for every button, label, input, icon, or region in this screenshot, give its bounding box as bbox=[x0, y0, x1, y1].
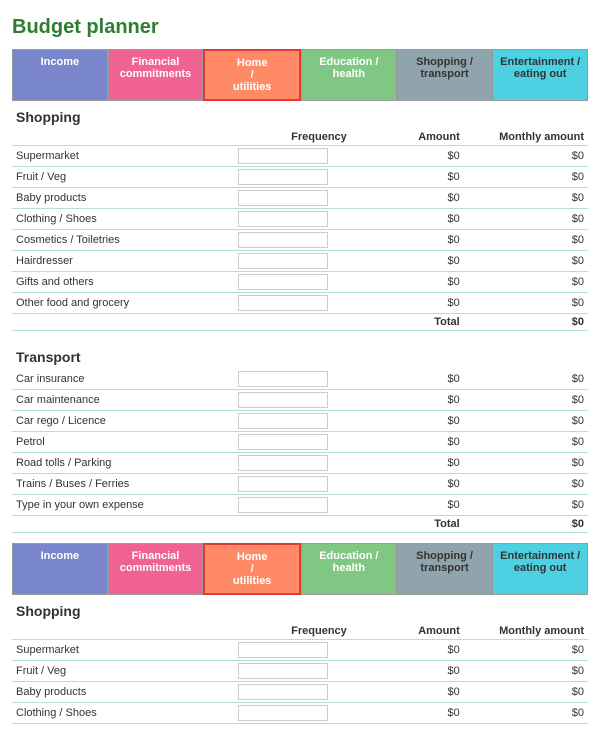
car-rego-freq-input[interactable] bbox=[238, 413, 328, 429]
table-row: Petrol $0 $0 bbox=[12, 432, 588, 453]
baby-products2-freq-input[interactable] bbox=[238, 684, 328, 700]
freq-header: Frequency bbox=[215, 129, 351, 146]
tab-education[interactable]: Education /health bbox=[301, 49, 397, 101]
cosmetics-freq-input[interactable] bbox=[238, 232, 328, 248]
amount-header-2: Amount bbox=[351, 623, 464, 640]
shopping-table-2: Frequency Amount Monthly amount Supermar… bbox=[12, 623, 588, 724]
table-row: Fruit / Veg $0 $0 bbox=[12, 661, 588, 682]
table-row: Hairdresser $0 $0 bbox=[12, 251, 588, 272]
amount-header: Amount bbox=[351, 129, 464, 146]
table-row: Baby products $0 $0 bbox=[12, 682, 588, 703]
road-tolls-freq-input[interactable] bbox=[238, 455, 328, 471]
monthly-header: Monthly amount bbox=[464, 129, 588, 146]
shopping-total-label: Total bbox=[351, 314, 464, 331]
table-row: Gifts and others $0 $0 bbox=[12, 272, 588, 293]
other-food-freq-input[interactable] bbox=[238, 295, 328, 311]
page: Budget planner Income Financialcommitmen… bbox=[0, 0, 600, 732]
table-row: Type in your own expense $0 $0 bbox=[12, 495, 588, 516]
transport-total-row: Total $0 bbox=[12, 516, 588, 533]
monthly-header-2: Monthly amount bbox=[464, 623, 588, 640]
table-row: Other food and grocery $0 $0 bbox=[12, 293, 588, 314]
transport-section-title: Transport bbox=[12, 341, 588, 369]
clothing-shoes-freq-input[interactable] bbox=[238, 211, 328, 227]
transport-total-value: $0 bbox=[464, 516, 588, 533]
fruit-veg-freq-input[interactable] bbox=[238, 169, 328, 185]
trains-freq-input[interactable] bbox=[238, 476, 328, 492]
own-expense-freq-input[interactable] bbox=[238, 497, 328, 513]
table-row: Clothing / Shoes $0 $0 bbox=[12, 209, 588, 230]
car-insurance-freq-input[interactable] bbox=[238, 371, 328, 387]
fruit-veg2-freq-input[interactable] bbox=[238, 663, 328, 679]
shopping-section-title: Shopping bbox=[12, 101, 588, 129]
tab-education-2[interactable]: Education /health bbox=[301, 543, 397, 595]
transport-table: Car insurance $0 $0 Car maintenance $0 $… bbox=[12, 369, 588, 533]
car-maintenance-freq-input[interactable] bbox=[238, 392, 328, 408]
table-row: Car rego / Licence $0 $0 bbox=[12, 411, 588, 432]
tab-income-2[interactable]: Income bbox=[12, 543, 108, 595]
tab-shopping-2[interactable]: Shopping /transport bbox=[397, 543, 493, 595]
supermarket2-freq-input[interactable] bbox=[238, 642, 328, 658]
tab-shopping[interactable]: Shopping /transport bbox=[397, 49, 493, 101]
table-row: Car insurance $0 $0 bbox=[12, 369, 588, 390]
shopping-header-row: Frequency Amount Monthly amount bbox=[12, 129, 588, 146]
shopping-table: Frequency Amount Monthly amount Supermar… bbox=[12, 129, 588, 331]
tab-financial[interactable]: Financialcommitments bbox=[108, 49, 204, 101]
petrol-freq-input[interactable] bbox=[238, 434, 328, 450]
shopping-total-value: $0 bbox=[464, 314, 588, 331]
table-row: Baby products $0 $0 bbox=[12, 188, 588, 209]
nav-tabs-top: Income Financialcommitments Home/utiliti… bbox=[12, 49, 588, 101]
gifts-freq-input[interactable] bbox=[238, 274, 328, 290]
shopping-total-row: Total $0 bbox=[12, 314, 588, 331]
table-row: Supermarket $0 $0 bbox=[12, 640, 588, 661]
shopping-section-title-2: Shopping bbox=[12, 595, 588, 623]
table-row: Supermarket $0 $0 bbox=[12, 146, 588, 167]
clothing-shoes2-freq-input[interactable] bbox=[238, 705, 328, 721]
table-row: Fruit / Veg $0 $0 bbox=[12, 167, 588, 188]
transport-total-label: Total bbox=[351, 516, 464, 533]
tab-entertainment-2[interactable]: Entertainment /eating out bbox=[492, 543, 588, 595]
table-row: Trains / Buses / Ferries $0 $0 bbox=[12, 474, 588, 495]
baby-products-freq-input[interactable] bbox=[238, 190, 328, 206]
table-row: Car maintenance $0 $0 bbox=[12, 390, 588, 411]
table-row: Road tolls / Parking $0 $0 bbox=[12, 453, 588, 474]
hairdresser-freq-input[interactable] bbox=[238, 253, 328, 269]
tab-home-2[interactable]: Home/utilities bbox=[203, 543, 301, 595]
supermarket-freq-input[interactable] bbox=[238, 148, 328, 164]
table-row: Cosmetics / Toiletries $0 $0 bbox=[12, 230, 588, 251]
tab-entertainment[interactable]: Entertainment /eating out bbox=[492, 49, 588, 101]
tab-financial-2[interactable]: Financialcommitments bbox=[108, 543, 204, 595]
table-row: Clothing / Shoes $0 $0 bbox=[12, 703, 588, 724]
shopping-header-row-2: Frequency Amount Monthly amount bbox=[12, 623, 588, 640]
tab-income[interactable]: Income bbox=[12, 49, 108, 101]
freq-header-2: Frequency bbox=[215, 623, 351, 640]
page-title: Budget planner bbox=[12, 16, 588, 39]
tab-home[interactable]: Home/utilities bbox=[203, 49, 301, 101]
nav-tabs-bottom: Income Financialcommitments Home/utiliti… bbox=[12, 543, 588, 595]
